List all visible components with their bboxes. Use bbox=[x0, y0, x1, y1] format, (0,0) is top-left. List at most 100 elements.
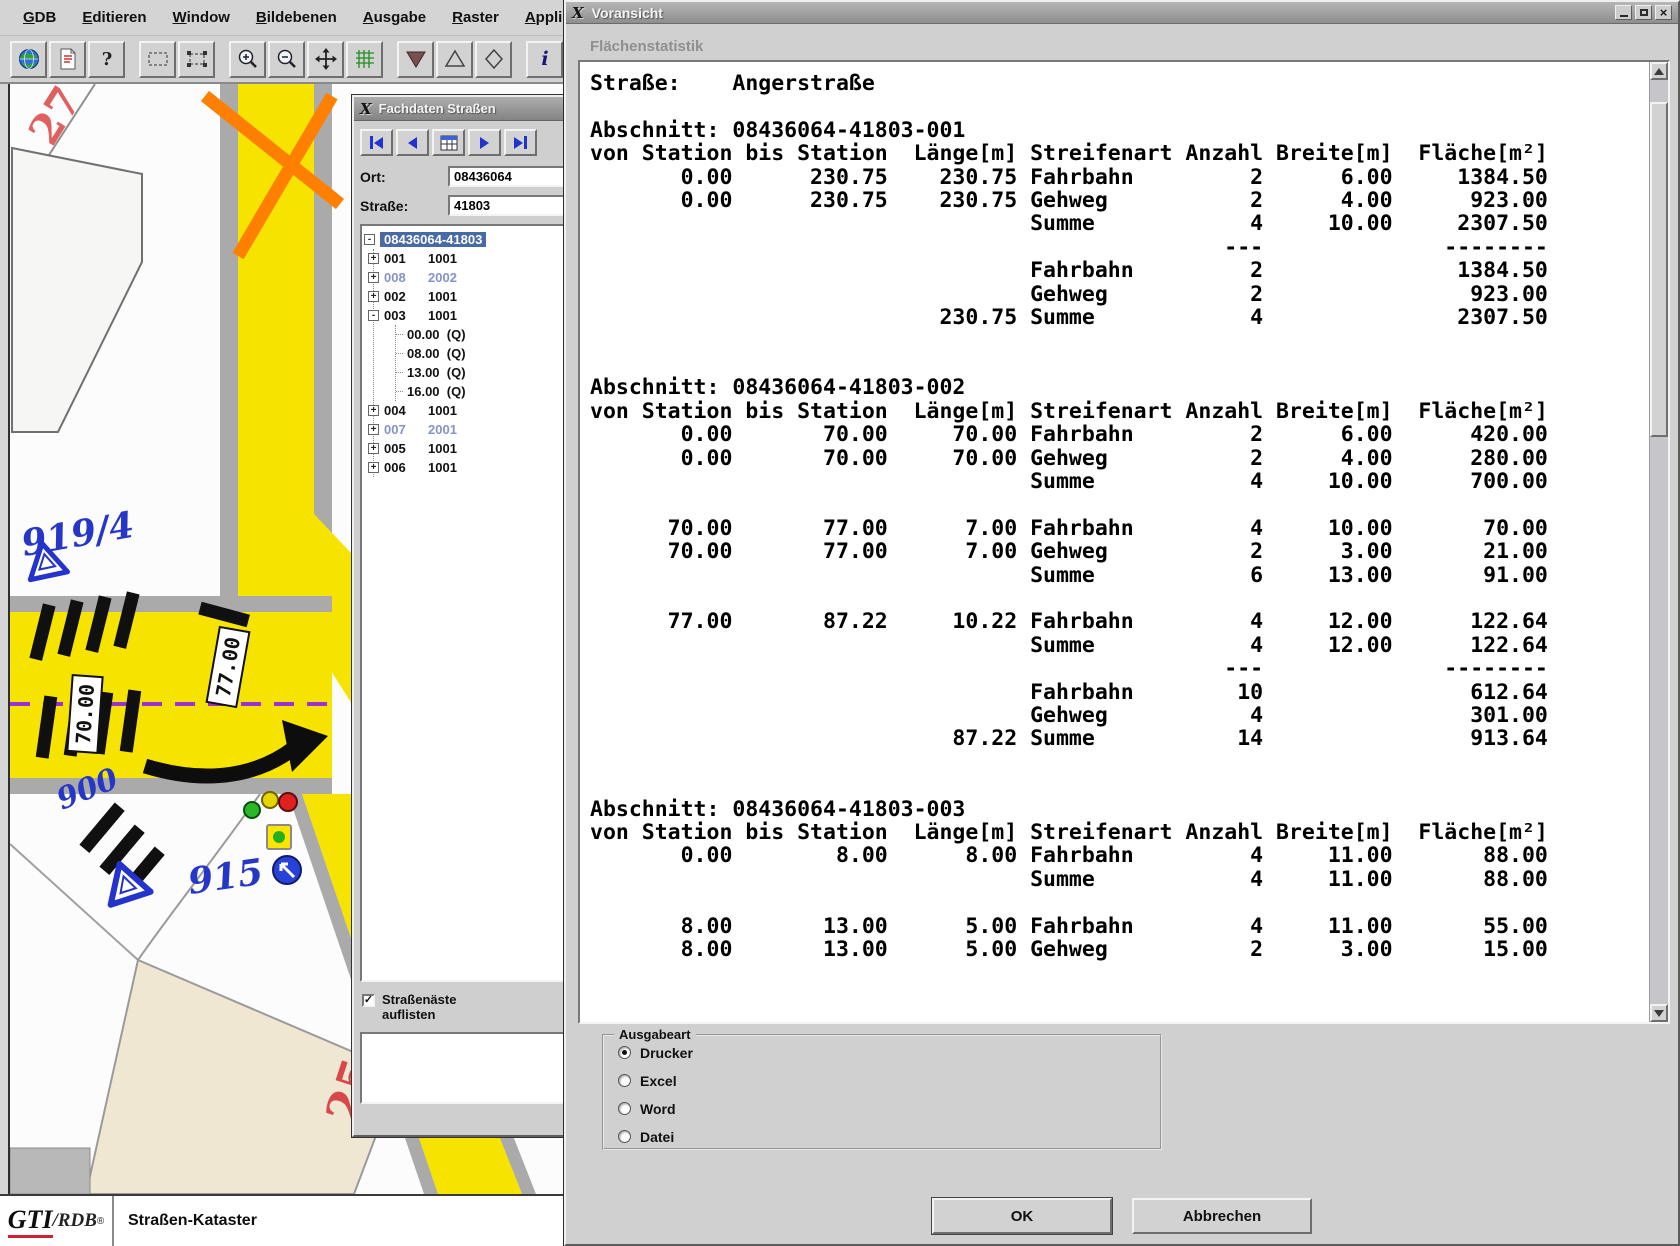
last-record-icon bbox=[524, 136, 527, 149]
strasse-input[interactable] bbox=[448, 195, 572, 216]
zoom-out-button[interactable] bbox=[268, 41, 305, 78]
traffic-light-red-icon bbox=[279, 793, 297, 811]
menu-raster[interactable]: Raster bbox=[439, 1, 512, 34]
triangle-icon bbox=[443, 47, 467, 71]
window-controls bbox=[1615, 5, 1672, 20]
nav-last-button[interactable] bbox=[504, 129, 537, 156]
pan-button[interactable] bbox=[307, 41, 344, 78]
tree-node-station[interactable]: 16.00 (Q) bbox=[396, 382, 574, 401]
tree-root-label: 08436064-41803 bbox=[380, 232, 486, 247]
radio-icon bbox=[618, 1102, 631, 1115]
help-icon: ? bbox=[95, 47, 119, 71]
ok-button[interactable]: OK bbox=[932, 1198, 1112, 1234]
globe-button[interactable] bbox=[10, 41, 47, 78]
document-icon bbox=[56, 47, 80, 71]
collapse-icon[interactable] bbox=[364, 234, 375, 245]
tree-node-007[interactable]: 0072001 bbox=[368, 420, 574, 439]
maximize-button[interactable] bbox=[1635, 5, 1652, 20]
nav-next-button[interactable] bbox=[468, 129, 501, 156]
blue-arrow-sign-icon bbox=[273, 856, 301, 884]
tree-node-001[interactable]: 0011001 bbox=[368, 249, 574, 268]
fachdaten-titlebar[interactable]: X Fachdaten Straßen bbox=[354, 97, 590, 121]
gti-rdb-logo: GTI/RDB® bbox=[0, 1196, 114, 1246]
tree-node-station[interactable]: 00.00 (Q) bbox=[396, 325, 574, 344]
tree-node-002[interactable]: 0021001 bbox=[368, 287, 574, 306]
x-logo-icon: X bbox=[572, 4, 584, 22]
tree-node-004[interactable]: 0041001 bbox=[368, 401, 574, 420]
arrow-right-icon bbox=[480, 137, 489, 149]
voransicht-titlebar[interactable]: X Voransicht bbox=[566, 2, 1678, 24]
info-button[interactable]: i bbox=[526, 41, 563, 78]
new-document-button[interactable] bbox=[49, 41, 86, 78]
selection-rectangle-icon bbox=[146, 47, 170, 71]
map-label-70-box: 70.00 bbox=[67, 675, 102, 753]
triangle-button[interactable] bbox=[436, 41, 473, 78]
zoom-in-button[interactable] bbox=[229, 41, 266, 78]
fachdaten-title: Fachdaten Straßen bbox=[379, 101, 496, 116]
filled-triangle-icon bbox=[404, 47, 428, 71]
svg-text:i: i bbox=[541, 48, 548, 70]
logo-rdb: /RDB bbox=[53, 1210, 97, 1232]
close-button[interactable] bbox=[1655, 5, 1672, 20]
select-region-button[interactable] bbox=[178, 41, 215, 78]
expand-icon[interactable] bbox=[368, 272, 379, 283]
report-text: Straße: Angerstraße Abschnitt: 08436064-… bbox=[580, 62, 1649, 1022]
logo-gti: GTI bbox=[8, 1205, 53, 1238]
minimize-button[interactable] bbox=[1615, 5, 1632, 20]
scroll-down-button[interactable] bbox=[1650, 1004, 1668, 1022]
nav-table-button[interactable] bbox=[432, 129, 465, 156]
radio-datei[interactable]: Datei bbox=[618, 1125, 1160, 1148]
grid-button[interactable] bbox=[346, 41, 383, 78]
tin-button[interactable] bbox=[397, 41, 434, 78]
report-panel: Straße: Angerstraße Abschnitt: 08436064-… bbox=[578, 60, 1670, 1024]
abbrechen-button[interactable]: Abbrechen bbox=[1132, 1198, 1312, 1234]
nav-prev-button[interactable] bbox=[396, 129, 429, 156]
menu-ausgabe[interactable]: Ausgabe bbox=[350, 1, 439, 34]
expand-icon[interactable] bbox=[368, 462, 379, 473]
voransicht-title: Voransicht bbox=[592, 5, 663, 21]
polygon-button[interactable] bbox=[475, 41, 512, 78]
radio-icon bbox=[618, 1130, 631, 1143]
radio-word[interactable]: Word bbox=[618, 1097, 1160, 1120]
flaechenstatistik-label: Flächenstatistik bbox=[590, 38, 703, 55]
logo-registered: ® bbox=[97, 1216, 104, 1227]
tree-children: 0011001 0082002 0021001 0031001 00.00 (Q… bbox=[373, 249, 580, 477]
arrow-down-icon bbox=[1654, 1010, 1664, 1017]
traffic-light-yellow-icon bbox=[262, 792, 278, 808]
x-logo-icon: X bbox=[360, 100, 372, 118]
menu-gdb[interactable]: GDB bbox=[10, 1, 69, 34]
selection-region-icon bbox=[185, 47, 209, 71]
menu-bildebenen[interactable]: Bildebenen bbox=[243, 1, 350, 34]
scroll-up-button[interactable] bbox=[1650, 62, 1668, 80]
ort-input[interactable] bbox=[448, 166, 572, 187]
tree-node-station[interactable]: 08.00 (Q) bbox=[396, 344, 574, 363]
radio-drucker[interactable]: Drucker bbox=[618, 1041, 1160, 1064]
tree-node-005[interactable]: 0051001 bbox=[368, 439, 574, 458]
tree-node-station[interactable]: 13.00 (Q) bbox=[396, 363, 574, 382]
nav-first-button[interactable] bbox=[360, 129, 393, 156]
select-rectangle-button[interactable] bbox=[139, 41, 176, 78]
dialog-buttons: OK Abbrechen bbox=[566, 1198, 1678, 1234]
scrollbar-thumb[interactable] bbox=[1650, 102, 1668, 437]
record-navigation bbox=[360, 129, 584, 156]
expand-icon[interactable] bbox=[368, 424, 379, 435]
expand-icon[interactable] bbox=[368, 443, 379, 454]
expand-icon[interactable] bbox=[368, 291, 379, 302]
tree-node-003[interactable]: 0031001 bbox=[368, 306, 574, 325]
menu-window[interactable]: Window bbox=[160, 1, 243, 34]
expand-icon[interactable] bbox=[368, 405, 379, 416]
tree-node-006[interactable]: 0061001 bbox=[368, 458, 574, 477]
collapse-icon[interactable] bbox=[368, 310, 379, 321]
help-button[interactable]: ? bbox=[88, 41, 125, 78]
expand-icon[interactable] bbox=[368, 253, 379, 264]
vertical-scrollbar[interactable] bbox=[1649, 62, 1668, 1022]
tree-node-root[interactable]: 08436064-41803 bbox=[364, 230, 580, 249]
strassenaeste-checkbox[interactable] bbox=[362, 994, 375, 1007]
radio-selected-icon bbox=[618, 1046, 631, 1059]
scrollbar-track[interactable] bbox=[1650, 80, 1668, 1004]
tree-node-008[interactable]: 0082002 bbox=[368, 268, 574, 287]
menu-editieren[interactable]: Editieren bbox=[69, 1, 159, 34]
maximize-icon bbox=[1640, 9, 1648, 16]
radio-excel[interactable]: Excel bbox=[618, 1069, 1160, 1092]
station-list: 00.00 (Q) 08.00 (Q) 13.00 (Q) 16.00 (Q) bbox=[395, 325, 574, 401]
